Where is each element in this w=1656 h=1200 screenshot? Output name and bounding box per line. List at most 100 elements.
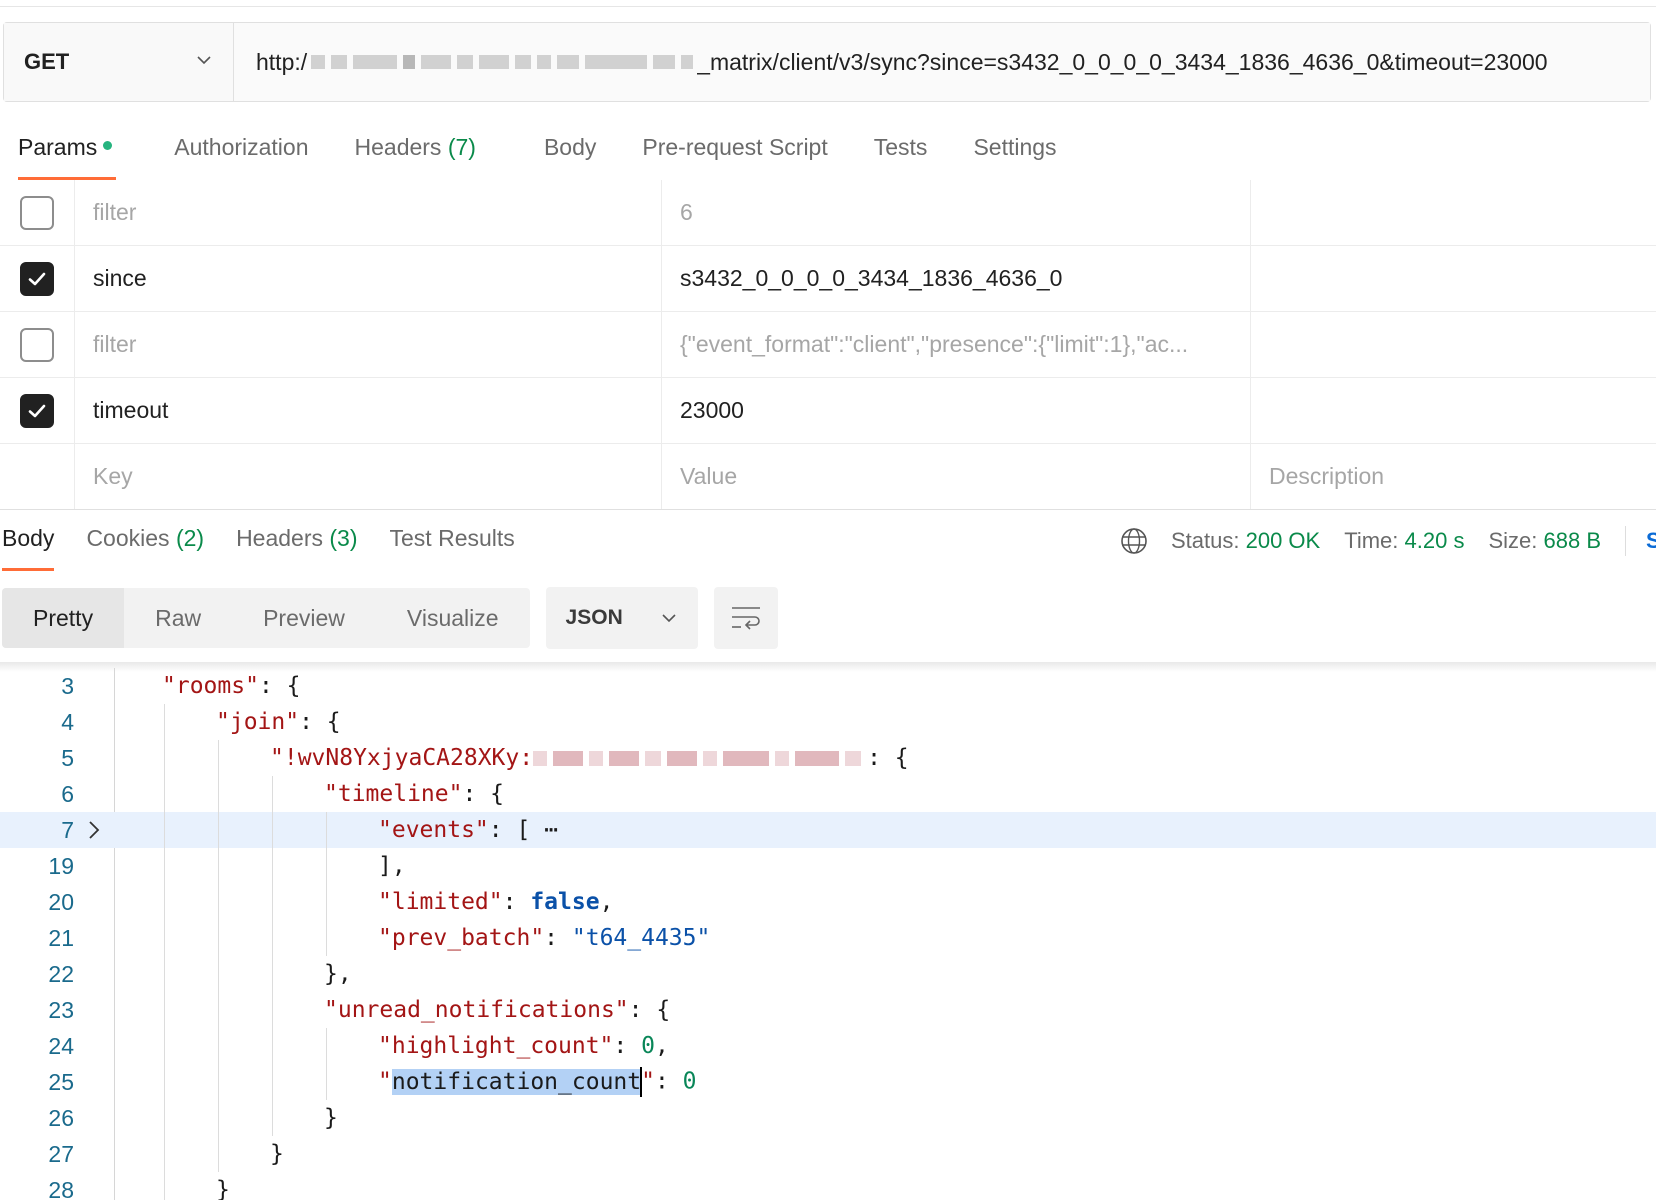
param-value-text: 6 bbox=[680, 199, 693, 225]
param-value[interactable]: s3432_0_0_0_0_3434_1836_4636_0 bbox=[662, 246, 1251, 311]
code-token: : bbox=[544, 925, 572, 951]
line-number: 28 bbox=[48, 1176, 74, 1200]
code-text: "highlight_count": 0, bbox=[378, 1033, 669, 1059]
tab-label: Settings bbox=[973, 134, 1057, 160]
view-mode-preview[interactable]: Preview bbox=[232, 588, 376, 648]
param-value[interactable]: {"event_format":"client","presence":{"li… bbox=[662, 312, 1251, 377]
param-description[interactable] bbox=[1251, 312, 1656, 377]
code-token: : [ bbox=[488, 817, 545, 843]
code-token: "events" bbox=[378, 817, 489, 843]
param-description[interactable] bbox=[1251, 378, 1656, 443]
request-url-bar: GET http:/ _matrix/client/v3/sync?since=… bbox=[3, 22, 1651, 102]
code-token: }, bbox=[324, 961, 352, 987]
time-label: Time: bbox=[1344, 528, 1399, 553]
code-token: : { bbox=[299, 709, 341, 735]
tab-label: Cookies bbox=[86, 525, 170, 551]
method-select[interactable]: GET bbox=[4, 23, 234, 101]
line-number: 6 bbox=[61, 780, 74, 807]
new-param-description-input[interactable]: Description bbox=[1251, 444, 1656, 509]
tab-params[interactable]: Params bbox=[18, 128, 117, 180]
code-text: "events": [ ⋯ bbox=[378, 817, 558, 843]
param-value-text: s3432_0_0_0_0_3434_1836_4636_0 bbox=[680, 265, 1063, 291]
url-input[interactable]: http:/ _matrix/client/v3/sync?since=s343… bbox=[234, 23, 1650, 101]
tab-label: Headers bbox=[354, 134, 442, 160]
line-number: 26 bbox=[48, 1104, 74, 1131]
param-key[interactable]: since bbox=[75, 246, 662, 311]
param-checkbox[interactable] bbox=[20, 327, 54, 362]
chevron-right-icon[interactable] bbox=[74, 819, 114, 841]
wrap-lines-button[interactable] bbox=[713, 587, 778, 649]
param-value[interactable]: 6 bbox=[662, 180, 1251, 245]
tab-authorization[interactable]: Authorization bbox=[174, 128, 308, 180]
code-token: } bbox=[216, 1177, 230, 1200]
view-mode-switch: Pretty Raw Preview Visualize bbox=[2, 588, 530, 648]
code-token: "limited" bbox=[378, 889, 503, 915]
new-param-value-input[interactable]: Value bbox=[662, 444, 1251, 509]
tab-count: (3) bbox=[329, 525, 358, 551]
time-readout[interactable]: Time: 4.20 s bbox=[1344, 528, 1464, 554]
code-token: 0 bbox=[641, 1033, 655, 1059]
view-mode-pretty[interactable]: Pretty bbox=[2, 588, 125, 648]
param-checkbox-cell bbox=[0, 312, 75, 377]
param-key[interactable]: filter bbox=[75, 180, 662, 245]
code-line: 7 "events": [ ⋯ bbox=[0, 812, 1656, 848]
globe-icon[interactable] bbox=[1119, 526, 1149, 556]
param-description[interactable] bbox=[1251, 246, 1656, 311]
code-line: 24 "highlight_count": 0, bbox=[0, 1028, 1656, 1064]
code-token: "!wvN8YxjyaCA28XKy: bbox=[270, 745, 534, 771]
param-key-text: filter bbox=[93, 199, 137, 225]
line-number: 22 bbox=[48, 960, 74, 987]
param-checkbox[interactable] bbox=[20, 393, 54, 428]
tab-pre-request-script[interactable]: Pre-request Script bbox=[642, 128, 827, 180]
tab-label: Test Results bbox=[389, 525, 515, 551]
param-value[interactable]: 23000 bbox=[662, 378, 1251, 443]
response-tab-cookies[interactable]: Cookies (2) bbox=[86, 505, 204, 571]
code-token: "join" bbox=[216, 709, 300, 735]
param-row: filter 6 bbox=[0, 180, 1656, 246]
code-token: : { bbox=[867, 745, 909, 771]
format-select[interactable]: JSON bbox=[545, 587, 698, 649]
line-number: 20 bbox=[48, 888, 74, 915]
code-token: "rooms" bbox=[162, 673, 259, 699]
code-token: false bbox=[530, 889, 600, 915]
param-checkbox-cell bbox=[0, 180, 75, 245]
code-line: 26} bbox=[0, 1100, 1656, 1136]
save-response-button[interactable]: S bbox=[1646, 528, 1656, 554]
tab-count: (7) bbox=[447, 134, 476, 160]
param-checkbox[interactable] bbox=[20, 195, 54, 230]
code-text: } bbox=[324, 1105, 338, 1131]
tab-settings[interactable]: Settings bbox=[973, 128, 1056, 180]
param-key[interactable]: timeout bbox=[75, 378, 662, 443]
response-tab-test-results[interactable]: Test Results bbox=[390, 505, 515, 571]
param-row-new: Key Value Description bbox=[0, 444, 1656, 510]
tab-tests[interactable]: Tests bbox=[874, 128, 928, 180]
status-value: 200 OK bbox=[1245, 528, 1321, 553]
param-row: timeout 23000 bbox=[0, 378, 1656, 444]
tab-headers[interactable]: Headers (7) bbox=[355, 128, 476, 180]
format-label: JSON bbox=[565, 606, 623, 629]
code-line: 25 "notification_count": 0 bbox=[0, 1064, 1656, 1100]
line-number: 4 bbox=[61, 708, 74, 735]
status-readout[interactable]: Status: 200 OK bbox=[1171, 528, 1320, 554]
tab-body[interactable]: Body bbox=[544, 128, 596, 180]
response-tab-headers[interactable]: Headers (3) bbox=[236, 505, 357, 571]
new-param-key-input[interactable]: Key bbox=[75, 444, 662, 509]
response-tabs: Body Cookies (2) Headers (3) Test Results S… bbox=[0, 505, 1656, 571]
param-key[interactable]: filter bbox=[75, 312, 662, 377]
view-mode-visualize[interactable]: Visualize bbox=[376, 588, 530, 648]
param-description[interactable] bbox=[1251, 180, 1656, 245]
param-row: since s3432_0_0_0_0_3434_1836_4636_0 bbox=[0, 246, 1656, 312]
view-mode-raw[interactable]: Raw bbox=[124, 588, 232, 648]
line-number: 7 bbox=[61, 816, 74, 843]
code-token: "prev_batch" bbox=[378, 925, 545, 951]
indent-guide bbox=[326, 1028, 327, 1100]
param-checkbox[interactable] bbox=[20, 261, 54, 296]
response-body-editor[interactable]: 3 "rooms": {4 "join": {5 "!wvN8YxjyaCA28XKy… bbox=[0, 668, 1656, 1200]
size-readout[interactable]: Size: 688 B bbox=[1488, 528, 1601, 554]
code-token: } bbox=[270, 1141, 284, 1167]
response-tab-list: Body Cookies (2) Headers (3) Test Results bbox=[0, 505, 547, 571]
code-token: ⋯ bbox=[544, 817, 559, 843]
key-placeholder: Key bbox=[93, 463, 133, 489]
code-token: : { bbox=[628, 997, 671, 1023]
response-tab-body[interactable]: Body bbox=[2, 505, 55, 571]
